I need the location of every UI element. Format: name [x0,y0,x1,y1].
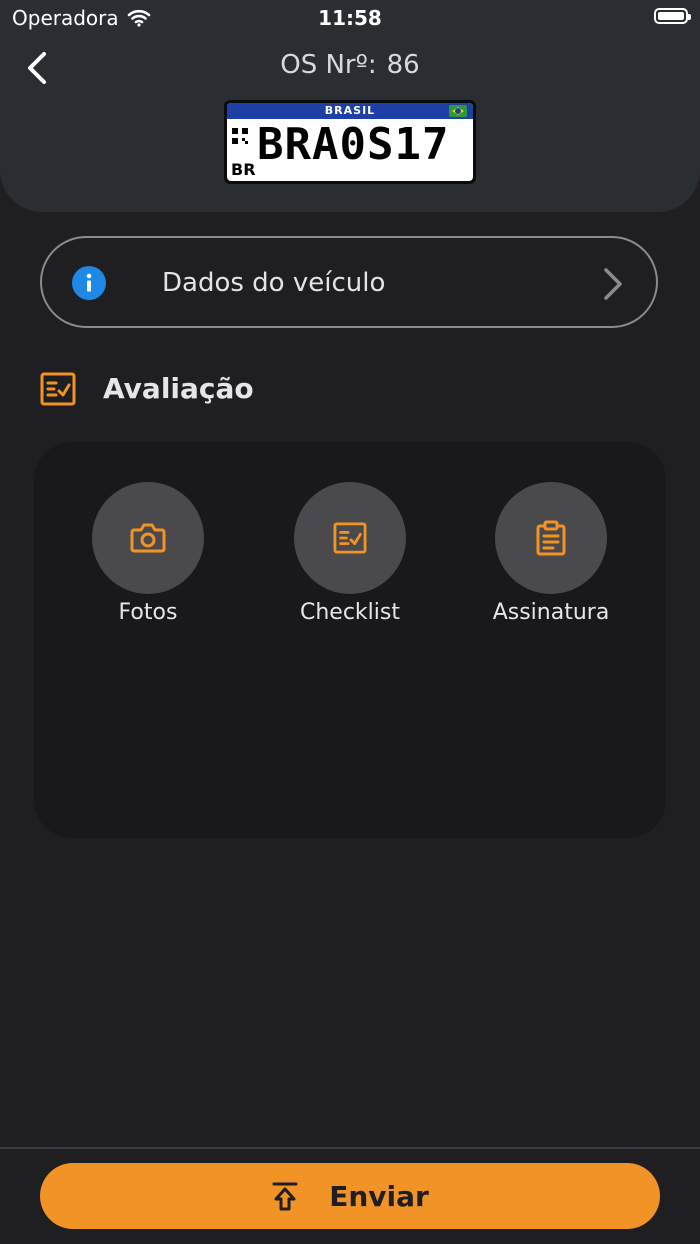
os-title: OS Nrº: 86 [0,50,700,80]
plate-number: BRA0S17 [257,119,450,170]
checklist-icon [40,372,76,406]
plate-country: BRASIL [227,103,473,119]
battery-icon [654,8,691,24]
clipboard-icon [536,520,566,556]
status-bar: Operadora 11:58 [0,0,700,36]
brazil-flag-icon [449,105,467,117]
vehicle-data-label: Dados do veículo [162,268,386,298]
footer-divider [0,1147,700,1149]
checklist-icon [333,522,367,554]
photos-tile[interactable]: Fotos [48,482,248,625]
checklist-tile[interactable]: Checklist [250,482,450,625]
upload-icon [272,1182,298,1211]
qr-code-icon [232,128,248,144]
evaluation-panel: Fotos Checklist Assinatura [34,442,666,838]
photos-label: Fotos [118,600,178,625]
camera-icon [130,523,166,553]
os-number: 86 [386,50,420,80]
section-title: Avaliação [103,372,254,405]
status-time: 11:58 [318,6,382,30]
vehicle-data-button[interactable]: Dados do veículo [40,236,658,328]
info-icon [72,266,106,300]
header: Operadora 11:58 OS Nrº: 86 BRASIL BR BRA0… [0,0,700,212]
signature-tile-circle [495,482,607,594]
signature-tile[interactable]: Assinatura [451,482,651,625]
license-plate-body: BRASIL BR BRA0S17 [227,103,473,181]
plate-country-code: BR [231,160,256,179]
send-button[interactable]: Enviar [40,1163,660,1229]
chevron-right-icon [604,268,622,300]
checklist-label: Checklist [300,600,400,625]
photos-tile-circle [92,482,204,594]
os-label: OS Nrº: [280,50,377,80]
license-plate: BRASIL BR BRA0S17 [224,100,476,184]
signature-label: Assinatura [492,600,610,625]
checklist-tile-circle [294,482,406,594]
send-label: Enviar [329,1179,429,1213]
